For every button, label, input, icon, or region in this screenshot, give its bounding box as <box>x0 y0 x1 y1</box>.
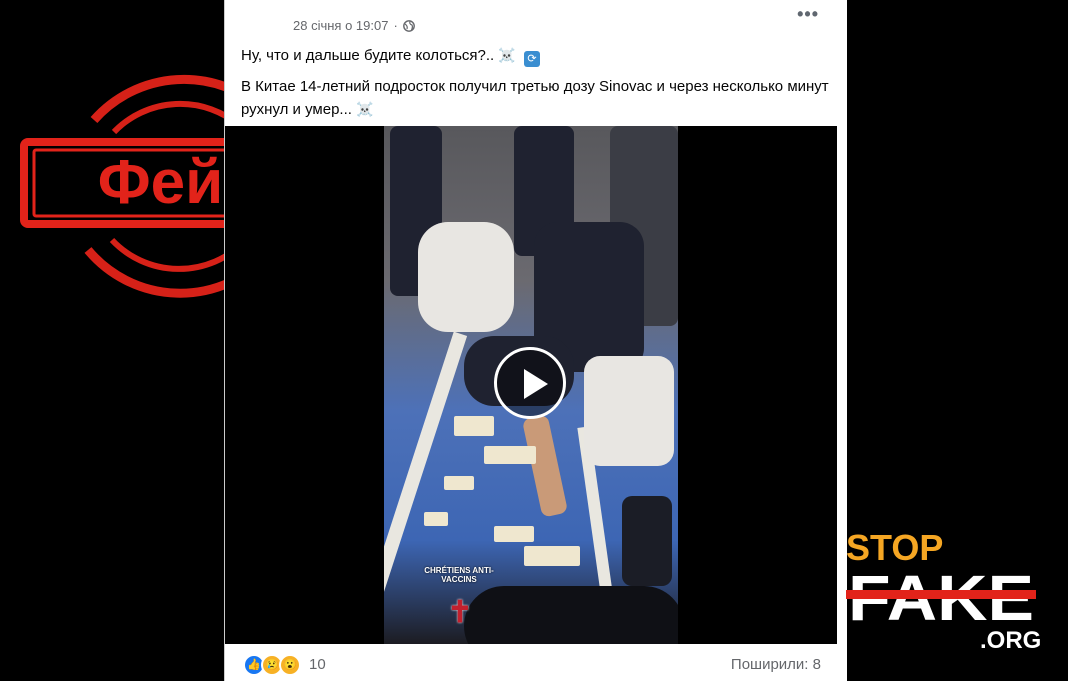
logo-org: .ORG <box>980 627 1041 654</box>
post-footer: 👍 😢 😮 10 Поширили: 8 <box>225 648 837 681</box>
debris <box>524 546 580 566</box>
debris <box>444 476 474 490</box>
bag-figure <box>622 496 672 586</box>
stopfake-logo: STOP FAKE .ORG <box>846 527 1041 654</box>
skull-crossbones-icon: ☠️ <box>356 101 374 117</box>
facebook-post: 28 січня о 19:07 · ••• Ну, что и дальше … <box>224 0 847 681</box>
video-watermark: CHRÉTIENS ANTI-VACCINS <box>424 566 494 584</box>
post-header: 28 січня о 19:07 · ••• <box>225 0 847 40</box>
patient-arm <box>521 414 569 518</box>
more-options-icon[interactable]: ••• <box>797 4 819 25</box>
refresh-icon: ⟳ <box>524 51 540 67</box>
post-timestamp[interactable]: 28 січня о 19:07 <box>293 18 388 33</box>
post-line-2-text: В Китае 14-летний подросток получил трет… <box>241 78 829 118</box>
debris <box>494 526 534 542</box>
post-line-2: В Китае 14-летний подросток получил трет… <box>241 75 831 121</box>
wow-reaction-icon: 😮 <box>279 653 301 676</box>
debris <box>484 446 536 464</box>
reaction-count: 10 <box>309 656 326 673</box>
skull-crossbones-icon: ☠️ <box>498 47 516 63</box>
responder-figure <box>418 222 514 332</box>
post-line-1: Ну, что и дальше будите колоться?.. ☠️ ⟳ <box>241 44 831 67</box>
post-meta: 28 січня о 19:07 · <box>293 18 415 33</box>
shares-count[interactable]: Поширили: 8 <box>731 656 821 673</box>
cross-icon: ✝ <box>447 596 473 629</box>
post-text: Ну, что и дальше будите колоться?.. ☠️ ⟳… <box>241 44 831 129</box>
responder-legs <box>584 356 674 466</box>
debris <box>454 416 494 436</box>
reactions-summary[interactable]: 👍 😢 😮 10 <box>243 653 326 676</box>
foreground-heads <box>464 586 678 644</box>
debris <box>424 512 448 526</box>
play-button[interactable] <box>494 347 566 419</box>
post-line-1-text: Ну, что и дальше будите колоться?.. <box>241 47 495 64</box>
globe-icon <box>402 19 415 32</box>
meta-separator: · <box>393 18 398 33</box>
play-icon <box>524 369 548 399</box>
video-player[interactable]: CHRÉTIENS ANTI-VACCINS ✝ <box>225 126 837 644</box>
